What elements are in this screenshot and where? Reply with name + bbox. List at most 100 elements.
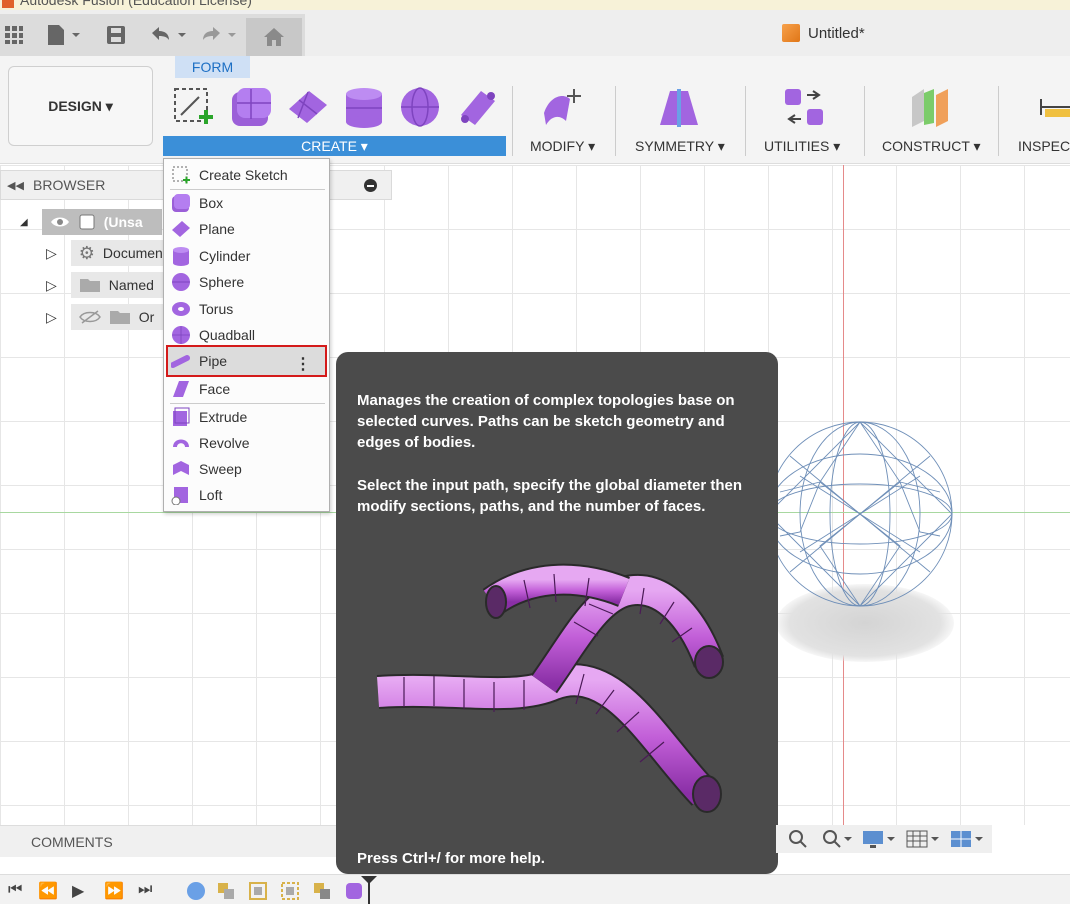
menu-item-sphere[interactable]: Sphere [168, 270, 325, 294]
timeline-marker[interactable] [360, 875, 378, 904]
workspace-switcher[interactable]: DESIGN ▾ [8, 66, 153, 146]
ribbon-separator [745, 86, 746, 156]
browser-item-document-settings[interactable]: ▷ ⚙ Documen [46, 240, 165, 266]
viewports-icon[interactable] [950, 829, 984, 849]
symmetry-tool-icon[interactable] [656, 84, 702, 130]
collapse-left-icon[interactable]: ◀◀ [7, 179, 24, 192]
menu-item-box[interactable]: Box [168, 191, 325, 215]
menu-item-loft[interactable]: Loft [168, 483, 325, 507]
menu-separator [170, 403, 325, 404]
menu-item-sweep[interactable]: Sweep [168, 457, 325, 481]
go-to-start-icon[interactable]: ⏮ [8, 881, 22, 899]
menu-item-plane[interactable]: Plane [168, 217, 325, 241]
timeline-feature-icon[interactable] [216, 881, 236, 901]
quick-access-group [0, 14, 305, 58]
sphere-tool-icon[interactable] [397, 84, 443, 130]
menu-item-label: Quadball [199, 327, 256, 343]
expanded-triangle-icon[interactable]: ◢ [20, 217, 28, 228]
cylinder-icon [171, 246, 191, 266]
timeline-feature-icon[interactable] [280, 881, 300, 901]
symmetry-dropdown[interactable]: SYMMETRY ▾ [635, 138, 725, 155]
sphere-icon [171, 272, 191, 292]
tab-form[interactable]: FORM [175, 56, 250, 78]
toolbar-ribbon: DESIGN ▾ FORM CREATE ▾ MODIFY ▾ SYMMETRY… [0, 56, 1070, 164]
eye-icon[interactable] [50, 215, 70, 229]
menu-item-pipe[interactable]: Pipe ⋮ [168, 349, 325, 373]
timeline-sphere-icon[interactable] [186, 881, 206, 901]
root-node-label: (Unsa [103, 214, 143, 230]
pipe-illustration [376, 563, 724, 813]
browser-item-named-views[interactable]: ▷ Named [46, 272, 165, 298]
collapsed-triangle-icon[interactable]: ▷ [46, 309, 57, 326]
menu-item-extrude[interactable]: Extrude [168, 405, 325, 429]
menu-item-label: Box [199, 195, 224, 211]
collapsed-triangle-icon[interactable]: ▷ [46, 245, 57, 262]
quadball-tool-icon[interactable] [454, 84, 500, 130]
wireframe-sphere[interactable] [760, 392, 956, 632]
plane-tool-icon[interactable] [284, 84, 330, 130]
root-node-box: (Unsa [41, 209, 162, 235]
extrude-icon [171, 407, 191, 427]
step-back-icon[interactable]: ⏪ [38, 881, 58, 901]
comments-label: COMMENTS [31, 833, 113, 850]
browser-root-node[interactable]: ◢ (Unsa [20, 209, 162, 235]
construct-tool-icon[interactable] [908, 84, 954, 130]
pipe-icon [171, 351, 191, 371]
grid-settings-icon[interactable] [906, 829, 940, 849]
named-views-box: Named [70, 272, 165, 298]
create-sketch-tool-icon[interactable] [170, 84, 216, 130]
app-grid-icon[interactable] [4, 22, 24, 48]
collapsed-triangle-icon[interactable]: ▷ [46, 277, 57, 294]
browser-item-origin[interactable]: ▷ Or [46, 304, 165, 330]
menu-item-create-sketch[interactable]: Create Sketch [168, 163, 325, 187]
utilities-tool-icon[interactable] [781, 84, 827, 130]
comments-panel[interactable]: COMMENTS [0, 825, 336, 857]
menu-item-label: Pipe [199, 353, 228, 369]
quick-access-toolbar: Untitled* [0, 10, 1070, 58]
menu-item-label: Loft [199, 487, 223, 503]
inspect-dropdown[interactable]: INSPEC [1018, 138, 1070, 154]
menu-item-torus[interactable]: Torus [168, 297, 325, 321]
menu-item-revolve[interactable]: Revolve [168, 431, 325, 455]
display-settings-icon[interactable] [862, 829, 896, 849]
menu-item-cylinder[interactable]: Cylinder [168, 244, 325, 268]
inspect-tool-icon[interactable] [1034, 84, 1070, 130]
step-forward-icon[interactable]: ⏩ [104, 881, 124, 901]
document-tab[interactable]: Untitled* [782, 24, 865, 42]
origin-label: Or [138, 309, 155, 325]
menu-item-label: Sweep [199, 461, 242, 477]
zoom-window-icon[interactable] [788, 829, 812, 849]
utilities-dropdown[interactable]: UTILITIES ▾ [764, 138, 840, 155]
redo-icon[interactable] [200, 22, 240, 48]
more-options-icon[interactable]: ⋮ [295, 354, 311, 374]
menu-item-face[interactable]: Face [168, 377, 325, 401]
menu-item-label: Extrude [199, 409, 248, 425]
browser-title: BROWSER [33, 177, 106, 193]
construct-dropdown[interactable]: CONSTRUCT ▾ [882, 138, 981, 155]
pipe-tooltip: Manages the creation of complex topologi… [336, 352, 778, 874]
create-dropdown-button[interactable]: CREATE ▾ [163, 136, 506, 156]
box-tool-icon[interactable] [228, 84, 274, 130]
document-settings-box: ⚙ Documen [70, 240, 165, 266]
menu-item-quadball[interactable]: Quadball [168, 323, 325, 347]
tooltip-instructions: Select the input path, specify the globa… [357, 477, 743, 515]
eye-hidden-icon[interactable] [78, 309, 101, 325]
named-views-label: Named [108, 277, 154, 293]
ribbon-separator [998, 86, 999, 156]
modify-dropdown[interactable]: MODIFY ▾ [530, 138, 595, 155]
fit-icon[interactable] [822, 829, 852, 849]
home-button[interactable] [246, 18, 302, 56]
play-icon[interactable]: ▶ [72, 881, 84, 901]
modify-tool-icon[interactable] [540, 84, 586, 130]
tooltip-description: Manages the creation of complex topologi… [357, 392, 735, 451]
file-menu-icon[interactable] [46, 22, 80, 48]
ribbon-separator [615, 86, 616, 156]
save-icon[interactable] [106, 22, 126, 48]
go-to-end-icon[interactable]: ⏭ [138, 881, 152, 899]
cylinder-tool-icon[interactable] [341, 84, 387, 130]
timeline-feature-icon[interactable] [248, 881, 268, 901]
window-title: Autodesk Fusion (Education License) [20, 0, 252, 8]
minimize-circle-icon[interactable] [364, 179, 377, 192]
timeline-feature-icon[interactable] [312, 881, 332, 901]
undo-icon[interactable] [148, 22, 188, 48]
